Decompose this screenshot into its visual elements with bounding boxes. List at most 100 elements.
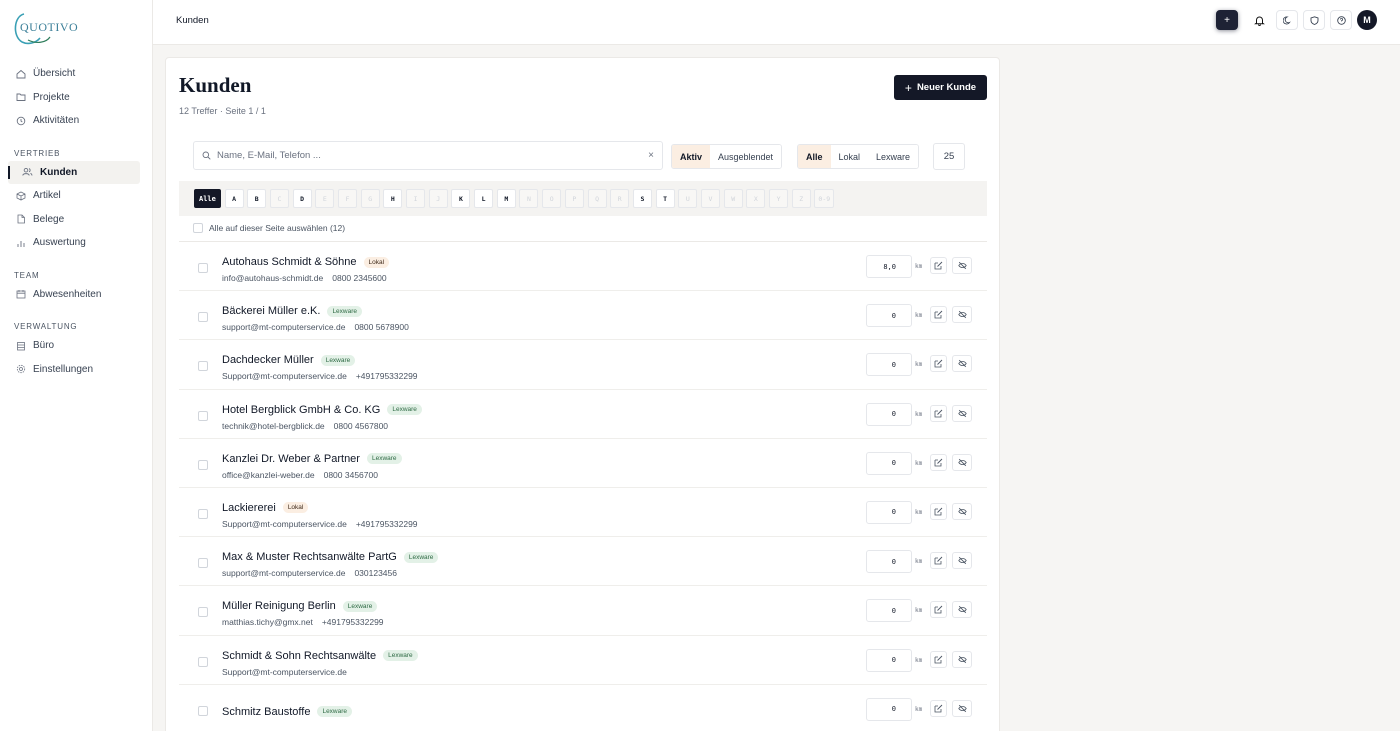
customer-name-wrap[interactable]: Bäckerei Müller e.K. Lexware xyxy=(222,305,363,317)
edit-button[interactable] xyxy=(930,355,947,373)
customer-row[interactable]: Kanzlei Dr. Weber & Partner Lexware office… xyxy=(179,439,987,488)
letter-filter-b[interactable]: B xyxy=(247,189,267,208)
customer-name-wrap[interactable]: Kanzlei Dr. Weber & Partner Lexware xyxy=(222,453,402,465)
customer-phone[interactable]: 0800 3456700 xyxy=(324,470,378,480)
letter-filter-s[interactable]: S xyxy=(632,189,652,208)
customer-email[interactable]: Support@mt-computerservice.de xyxy=(222,667,347,677)
edit-button[interactable] xyxy=(930,257,947,274)
hide-button[interactable] xyxy=(952,502,972,520)
customer-name[interactable]: Kanzlei Dr. Weber & Partner xyxy=(222,453,360,465)
row-checkbox[interactable] xyxy=(198,361,208,372)
security-button[interactable] xyxy=(1303,10,1325,30)
customer-email[interactable]: matthias.tichy@gmx.net xyxy=(222,617,313,627)
letter-filter-alle[interactable]: Alle xyxy=(194,189,221,208)
avatar[interactable]: M xyxy=(1357,10,1377,30)
distance-input[interactable]: 0 xyxy=(866,451,912,475)
search-input[interactable]: Name, E-Mail, Telefon ... × xyxy=(193,141,663,170)
customer-row[interactable]: Lackiererei Lokal Support@mt-computerservi… xyxy=(179,488,987,538)
letter-filter-m[interactable]: M xyxy=(496,189,516,208)
customer-name[interactable]: Bäckerei Müller e.K. xyxy=(222,305,320,317)
edit-button[interactable] xyxy=(930,650,947,668)
sidebar-item-uebersicht[interactable]: Übersicht xyxy=(8,62,140,86)
filter-lexware[interactable]: Lexware xyxy=(868,145,919,168)
customer-email[interactable]: info@autohaus-schmidt.de xyxy=(222,273,323,283)
sidebar-item-abwesenheiten[interactable]: Abwesenheiten xyxy=(8,283,140,307)
distance-input[interactable]: 0 xyxy=(866,697,912,721)
customer-name-wrap[interactable]: Schmitz Baustoffe Lexware xyxy=(222,706,353,718)
row-checkbox[interactable] xyxy=(198,508,208,519)
hide-button[interactable] xyxy=(952,699,972,717)
customer-email[interactable]: technik@hotel-bergblick.de xyxy=(222,421,325,431)
customer-name-wrap[interactable]: Autohaus Schmidt & Söhne Lokal xyxy=(222,256,390,268)
edit-button[interactable] xyxy=(930,601,947,619)
distance-input[interactable]: 0 xyxy=(866,304,912,328)
customer-name-wrap[interactable]: Lackiererei Lokal xyxy=(222,502,309,514)
customer-row[interactable]: Hotel Bergblick GmbH & Co. KG Lexware tech… xyxy=(179,390,987,439)
row-checkbox[interactable] xyxy=(198,263,208,273)
hide-button[interactable] xyxy=(952,650,972,668)
customer-email[interactable]: office@kanzlei-weber.de xyxy=(222,470,315,480)
customer-name-wrap[interactable]: Müller Reinigung Berlin Lexware xyxy=(222,600,378,612)
customer-name[interactable]: Hotel Bergblick GmbH & Co. KG xyxy=(222,404,380,416)
customer-row[interactable]: Dachdecker Müller Lexware Support@mt-compu… xyxy=(179,340,987,390)
sidebar-item-einstellungen[interactable]: Einstellungen xyxy=(8,358,140,382)
quick-add-button[interactable]: + xyxy=(1216,10,1238,30)
edit-button[interactable] xyxy=(930,306,947,324)
customer-name[interactable]: Schmitz Baustoffe xyxy=(222,706,310,718)
edit-button[interactable] xyxy=(930,404,947,422)
customer-phone[interactable]: +491795332299 xyxy=(356,371,418,381)
edit-button[interactable] xyxy=(930,453,947,471)
help-button[interactable] xyxy=(1330,10,1352,30)
filter-lokal[interactable]: Lokal xyxy=(830,145,869,168)
distance-input[interactable]: 0 xyxy=(866,599,912,623)
sidebar-item-kunden[interactable]: Kunden xyxy=(8,160,140,184)
customer-name-wrap[interactable]: Schmidt & Sohn Rechtsanwälte Lexware xyxy=(222,650,418,662)
hide-button[interactable] xyxy=(952,355,972,373)
letter-filter-d[interactable]: D xyxy=(292,189,312,208)
customer-email[interactable]: Support@mt-computerservice.de xyxy=(222,519,347,529)
customer-phone[interactable]: +491795332299 xyxy=(322,617,384,627)
customer-phone[interactable]: +491795332299 xyxy=(356,519,418,529)
sidebar-item-belege[interactable]: Belege xyxy=(8,208,140,232)
customer-row[interactable]: Müller Reinigung Berlin Lexware matthias.t… xyxy=(179,586,987,636)
dark-mode-button[interactable] xyxy=(1276,10,1298,30)
hide-button[interactable] xyxy=(952,404,972,422)
customer-name[interactable]: Dachdecker Müller xyxy=(222,354,314,366)
new-customer-button[interactable]: + Neuer Kunde xyxy=(894,75,987,100)
row-checkbox[interactable] xyxy=(198,410,208,421)
distance-input[interactable]: 0 xyxy=(866,648,912,672)
sidebar-item-buero[interactable]: Büro xyxy=(8,334,140,358)
edit-button[interactable] xyxy=(930,699,947,717)
row-checkbox[interactable] xyxy=(198,459,208,470)
sidebar-item-artikel[interactable]: Artikel xyxy=(8,184,140,208)
letter-filter-k[interactable]: K xyxy=(451,189,471,208)
edit-button[interactable] xyxy=(930,502,947,520)
customer-email[interactable]: support@mt-computerservice.de xyxy=(222,322,345,332)
edit-button[interactable] xyxy=(930,552,947,570)
row-checkbox[interactable] xyxy=(198,607,208,618)
customer-name-wrap[interactable]: Dachdecker Müller Lexware xyxy=(222,354,356,366)
hide-button[interactable] xyxy=(952,601,972,619)
filter-ausgeblendet[interactable]: Ausgeblendet xyxy=(710,145,782,168)
select-all-checkbox[interactable] xyxy=(193,223,203,233)
customer-phone[interactable]: 0800 5678900 xyxy=(354,322,408,332)
customer-row[interactable]: Schmitz Baustoffe Lexware 0 km xyxy=(179,685,987,731)
customer-row[interactable]: Bäckerei Müller e.K. Lexware support@mt-co… xyxy=(179,291,987,341)
customer-name-wrap[interactable]: Hotel Bergblick GmbH & Co. KG Lexware xyxy=(222,404,422,416)
customer-name[interactable]: Lackiererei xyxy=(222,502,276,514)
row-checkbox[interactable] xyxy=(198,558,208,569)
row-checkbox[interactable] xyxy=(198,312,208,323)
sidebar-item-projekte[interactable]: Projekte xyxy=(8,86,140,110)
hide-button[interactable] xyxy=(952,257,972,274)
customer-name-wrap[interactable]: Max & Muster Rechtsanwälte PartG Lexware xyxy=(222,551,439,563)
distance-input[interactable]: 8,0 xyxy=(866,255,912,278)
distance-input[interactable]: 0 xyxy=(866,353,912,377)
notifications-button[interactable] xyxy=(1249,10,1269,30)
sidebar-item-aktivitaeten[interactable]: Aktivitäten xyxy=(8,109,140,133)
letter-filter-h[interactable]: H xyxy=(383,189,403,208)
customer-name[interactable]: Schmidt & Sohn Rechtsanwälte xyxy=(222,650,376,662)
row-checkbox[interactable] xyxy=(198,705,208,716)
distance-input[interactable]: 0 xyxy=(866,500,912,524)
hide-button[interactable] xyxy=(952,453,972,471)
customer-name[interactable]: Müller Reinigung Berlin xyxy=(222,600,336,612)
